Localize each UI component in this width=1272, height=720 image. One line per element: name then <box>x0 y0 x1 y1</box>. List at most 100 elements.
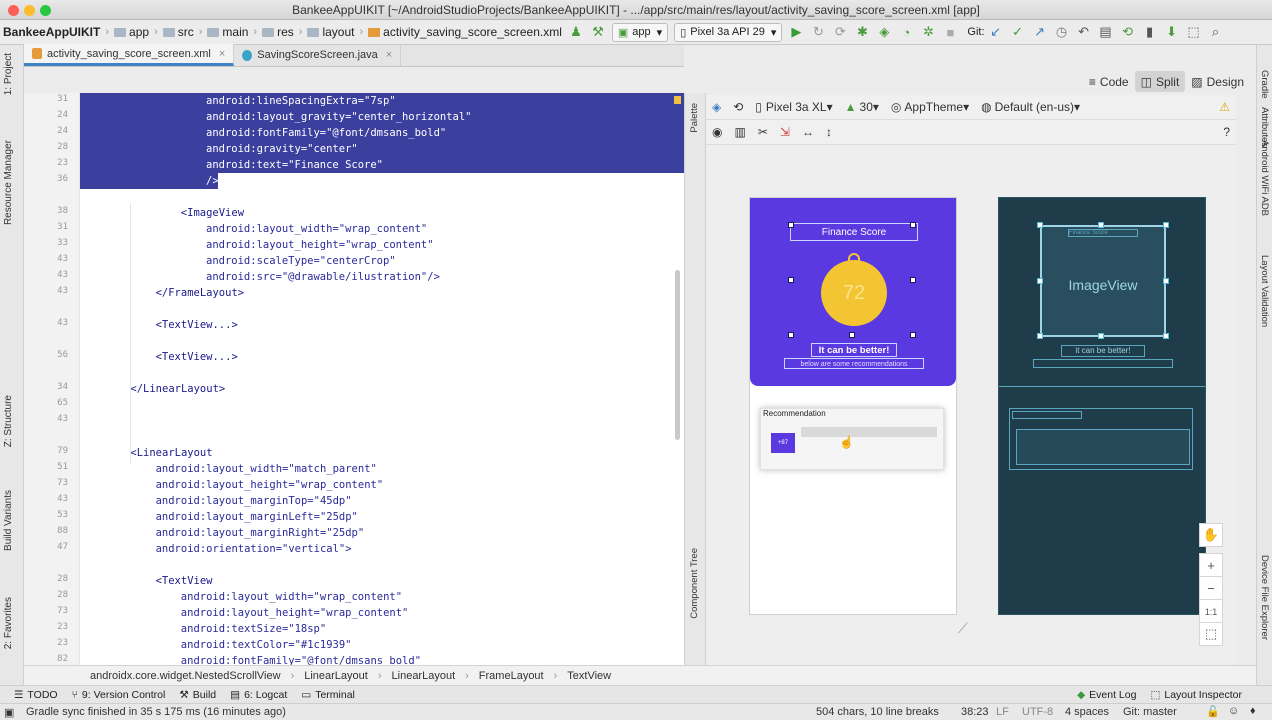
code-line[interactable]: android:fontFamily="@font/dmsans_bold" <box>206 125 446 141</box>
device-select[interactable]: ▯ Pixel 3a API 29 ▾ <box>674 22 783 42</box>
code-line[interactable]: <TextView...> <box>156 349 238 365</box>
line-separator[interactable]: LF <box>996 706 1009 718</box>
selection-handle[interactable] <box>1098 222 1104 228</box>
selection-handle[interactable] <box>910 332 916 338</box>
git-push-icon[interactable]: ↗ <box>1030 22 1050 42</box>
avd-manager-icon[interactable]: ▮ <box>1140 22 1160 42</box>
code-line[interactable]: android:layout_gravity="center_horizonta… <box>206 109 472 125</box>
code-line[interactable]: </LinearLayout> <box>130 381 225 397</box>
build-tool-button[interactable]: ⚒ Build <box>179 689 216 701</box>
magnet-icon[interactable]: ✂ <box>758 125 768 139</box>
code-line[interactable]: android:layout_width="wrap_content" <box>206 221 427 237</box>
blueprint-preview-screen[interactable]: ImageView Finance Score it can be better… <box>998 197 1206 615</box>
stop-icon[interactable]: ■ <box>940 22 960 42</box>
close-window-button[interactable] <box>8 5 19 16</box>
wifi-adb-tab[interactable]: Android WiFi ADB <box>1259 140 1270 216</box>
nav-crumb-res[interactable]: res <box>259 25 297 39</box>
module-select[interactable]: ▣ app ▾ <box>611 22 669 42</box>
breadcrumb-item[interactable]: LinearLayout <box>384 670 464 682</box>
code-line[interactable]: android:text="Finance Score" <box>206 157 383 173</box>
build-variants-tab[interactable]: Build Variants <box>3 490 14 551</box>
code-line[interactable]: <TextView...> <box>156 317 238 333</box>
recommendation-subtitle[interactable]: below are some recommendations <box>784 358 924 369</box>
finance-score-title[interactable]: Finance Score <box>790 223 918 241</box>
warning-icon[interactable]: ⚠ <box>1219 100 1230 114</box>
recommendation-chip[interactable]: +87 <box>771 433 795 453</box>
structure-panel-tab[interactable]: Z: Structure <box>3 395 14 447</box>
warning-stripe-marker[interactable] <box>674 96 681 104</box>
design-view-button[interactable]: ▨ Design <box>1185 71 1250 92</box>
recommendation-card[interactable]: Recommendation +87 ☝ <box>760 408 944 470</box>
status-message[interactable]: Gradle sync finished in 35 s 175 ms (16 … <box>26 706 286 718</box>
indent-setting[interactable]: 4 spaces <box>1065 706 1109 718</box>
api-dropdown[interactable]: ▲ 30 ▾ <box>845 100 879 114</box>
notifications-icon[interactable]: ♦ <box>1250 705 1256 717</box>
caret-position[interactable]: 38:23 <box>961 706 989 718</box>
nav-crumb-layout[interactable]: layout <box>304 25 357 39</box>
eye-icon[interactable]: ◉ <box>712 125 722 139</box>
selection-handle[interactable] <box>910 222 916 228</box>
debug-icon[interactable]: ✱ <box>852 22 872 42</box>
tab-activity-xml[interactable]: activity_saving_score_screen.xml × <box>24 44 235 66</box>
favorites-tab[interactable]: 2: Favorites <box>3 597 14 649</box>
clear-constraints-icon[interactable]: ⇲ <box>780 125 790 139</box>
selection-handle[interactable] <box>910 277 916 283</box>
run-icon[interactable]: ▶ <box>786 22 806 42</box>
selection-handle[interactable] <box>1037 333 1043 339</box>
feedback-message[interactable]: It can be better! <box>811 343 897 357</box>
apply-code-icon[interactable]: ⟳ <box>830 22 850 42</box>
terminal-tool-button[interactable]: ▭ Terminal <box>301 689 355 701</box>
zoom-in-icon[interactable]: + <box>1199 553 1223 577</box>
minimize-window-button[interactable] <box>24 5 35 16</box>
coverage-icon[interactable]: ◈ <box>874 22 894 42</box>
code-line[interactable]: android:layout_height="wrap_content" <box>181 605 409 621</box>
zoom-out-icon[interactable]: − <box>1199 576 1223 600</box>
blueprint-imageview[interactable]: ImageView Finance Score <box>1040 225 1166 337</box>
code-line[interactable]: android:lineSpacingExtra="7sp" <box>206 93 396 109</box>
code-line[interactable]: android:orientation="vertical"> <box>156 541 352 557</box>
code-line[interactable]: android:layout_height="wrap_content" <box>156 477 384 493</box>
project-panel-tab[interactable]: 1: Project <box>3 53 14 95</box>
code-line[interactable]: android:src="@drawable/ilustration"/> <box>206 269 440 285</box>
split-view-button[interactable]: ◫ Split <box>1134 71 1186 92</box>
palette-tab[interactable]: Palette <box>689 103 700 133</box>
editor-scrollbar[interactable] <box>675 270 680 440</box>
nav-crumb-src[interactable]: src <box>160 25 197 39</box>
code-view-button[interactable]: ≡ Code <box>1083 71 1135 92</box>
code-line[interactable]: <TextView <box>156 573 213 589</box>
blueprint-subtitle-box[interactable] <box>1033 359 1173 368</box>
search-icon[interactable]: ⌕ <box>1206 22 1226 42</box>
horizontal-expand-icon[interactable]: ↔ <box>802 125 814 139</box>
git-commit-icon[interactable]: ✓ <box>1008 22 1028 42</box>
file-encoding[interactable]: UTF-8 <box>1022 706 1053 718</box>
code-line[interactable]: android:layout_height="wrap_content" <box>206 237 434 253</box>
nav-crumb-file[interactable]: activity_saving_score_screen.xml <box>365 25 565 39</box>
device-dropdown[interactable]: ▯ Pixel 3a XL ▾ <box>755 100 832 114</box>
selection-handle[interactable] <box>788 222 794 228</box>
locale-dropdown[interactable]: ◍ Default (en-us) ▾ <box>981 100 1080 114</box>
close-tab-icon[interactable]: × <box>219 48 225 60</box>
rollback-icon[interactable]: ↶ <box>1074 22 1094 42</box>
git-update-icon[interactable]: ↙ <box>986 22 1006 42</box>
layout-validation-tab[interactable]: Layout Validation <box>1259 255 1270 327</box>
tab-java-file[interactable]: SavingScoreScreen.java × <box>234 44 402 66</box>
device-file-explorer-tab[interactable]: Device File Explorer <box>1259 555 1270 640</box>
sdk-manager-icon[interactable]: ⬇ <box>1162 22 1182 42</box>
zoom-window-button[interactable] <box>40 5 51 16</box>
nav-crumb-project[interactable]: BankeeAppUIKIT <box>0 25 103 39</box>
nav-crumb-main[interactable]: main <box>204 25 251 39</box>
breadcrumb-item[interactable]: FrameLayout <box>471 670 552 682</box>
design-preview-screen[interactable]: Finance Score 72 It can be better! below… <box>749 197 957 615</box>
todo-tool-button[interactable]: ☰ TODO <box>14 689 58 701</box>
resource-manager-tab[interactable]: Resource Manager <box>3 140 14 225</box>
blueprint-card-box[interactable] <box>1009 408 1193 470</box>
apply-changes-icon[interactable]: ↻ <box>808 22 828 42</box>
code-line[interactable]: android:layout_marginTop="45dp" <box>156 493 352 509</box>
code-line[interactable]: android:layout_marginRight="25dp" <box>156 525 365 541</box>
blueprint-icon[interactable]: ▥ <box>734 125 745 139</box>
person-icon[interactable]: ♟ <box>566 22 586 42</box>
selection-handle[interactable] <box>788 332 794 338</box>
zoom-actual-size-icon[interactable]: 1:1 <box>1199 599 1223 623</box>
vertical-expand-icon[interactable]: ↕ <box>826 125 832 139</box>
code-line[interactable]: android:layout_width="wrap_content" <box>181 589 402 605</box>
